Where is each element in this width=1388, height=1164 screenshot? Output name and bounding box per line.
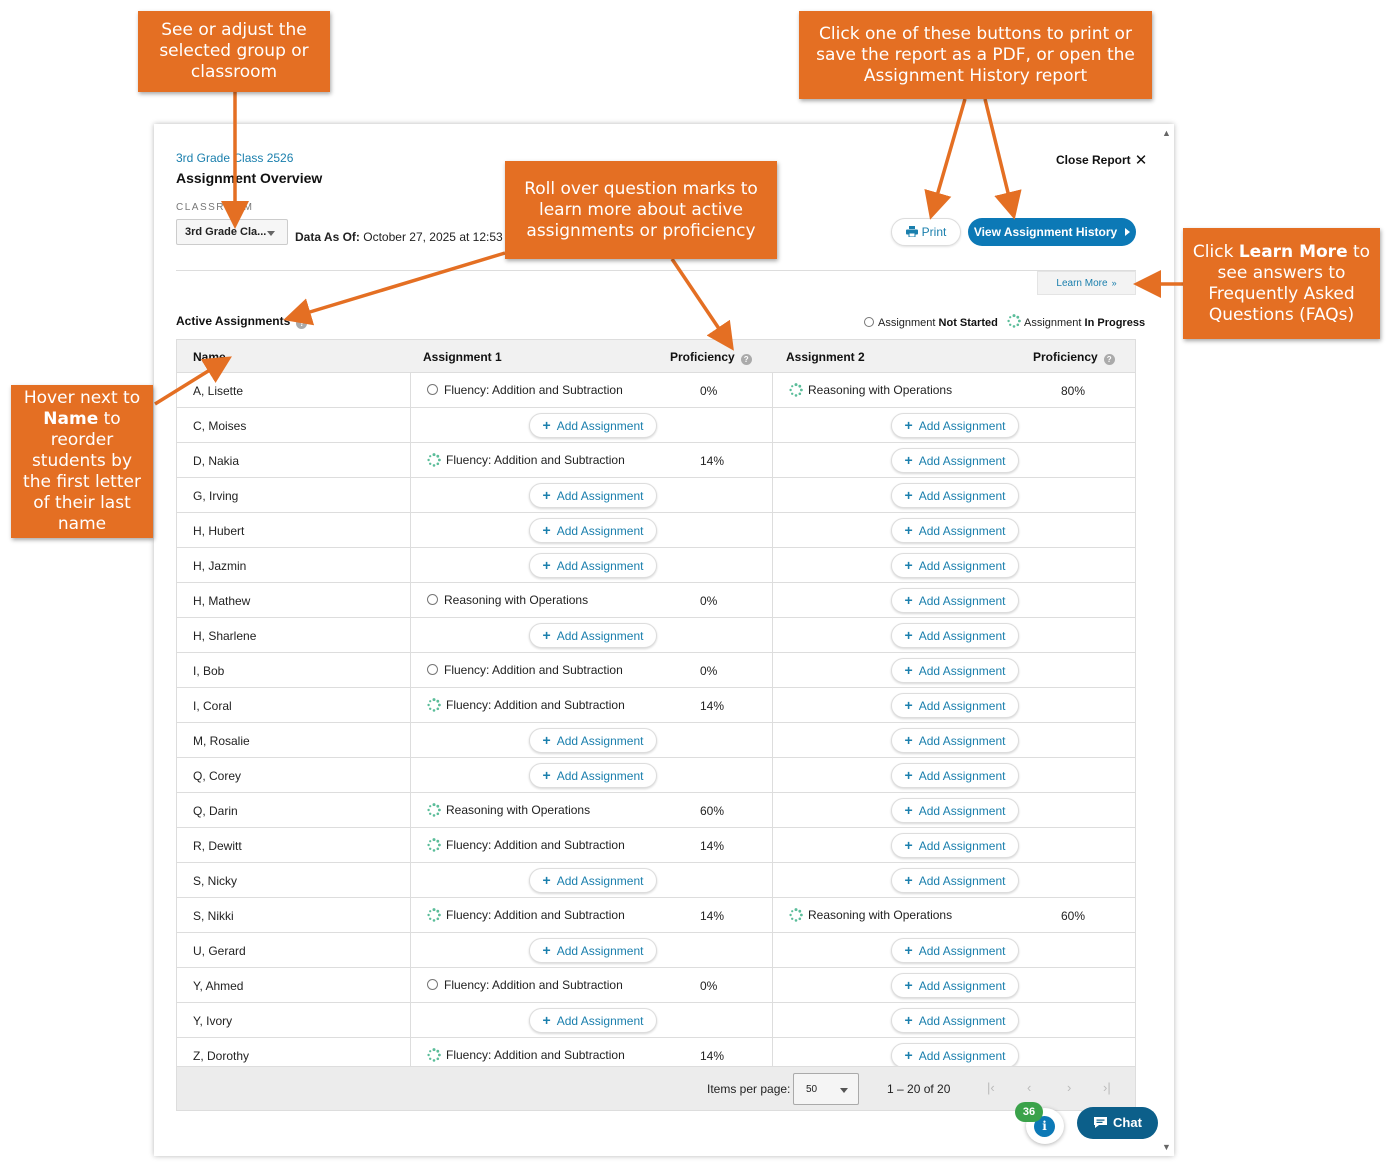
callout-name-bold: Name (43, 409, 99, 429)
callout-buttons-text: Click one of these buttons to print or s… (816, 23, 1135, 86)
callout-learn-more-pre: Click (1192, 241, 1234, 262)
callout-name-text: Hover next to Name to reorder students b… (17, 388, 147, 535)
arrow-to-active-question (283, 251, 506, 326)
callout-name: Hover next to Name to reorder students b… (11, 385, 153, 538)
arrow-to-history (983, 98, 1022, 220)
callout-name-pre: Hover next to (23, 388, 141, 408)
callout-question-marks: Roll over question marks to learn more a… (505, 161, 777, 259)
callout-question-marks-text: Roll over question marks to learn more a… (524, 178, 758, 241)
arrow-to-name (154, 356, 232, 406)
callout-learn-more-text: Click Learn More to see answers to Frequ… (1189, 242, 1374, 326)
callout-buttons: Click one of these buttons to print or s… (799, 11, 1152, 99)
callout-learn-more: Click Learn More to see answers to Frequ… (1183, 228, 1380, 339)
callout-learn-more-bold: Learn More (1238, 241, 1348, 262)
arrow-to-proficiency-question (670, 258, 734, 351)
callout-classroom-text: See or adjust the selected group or clas… (159, 20, 309, 82)
callout-classroom: See or adjust the selected group or clas… (138, 11, 330, 92)
arrow-to-print (924, 98, 967, 220)
